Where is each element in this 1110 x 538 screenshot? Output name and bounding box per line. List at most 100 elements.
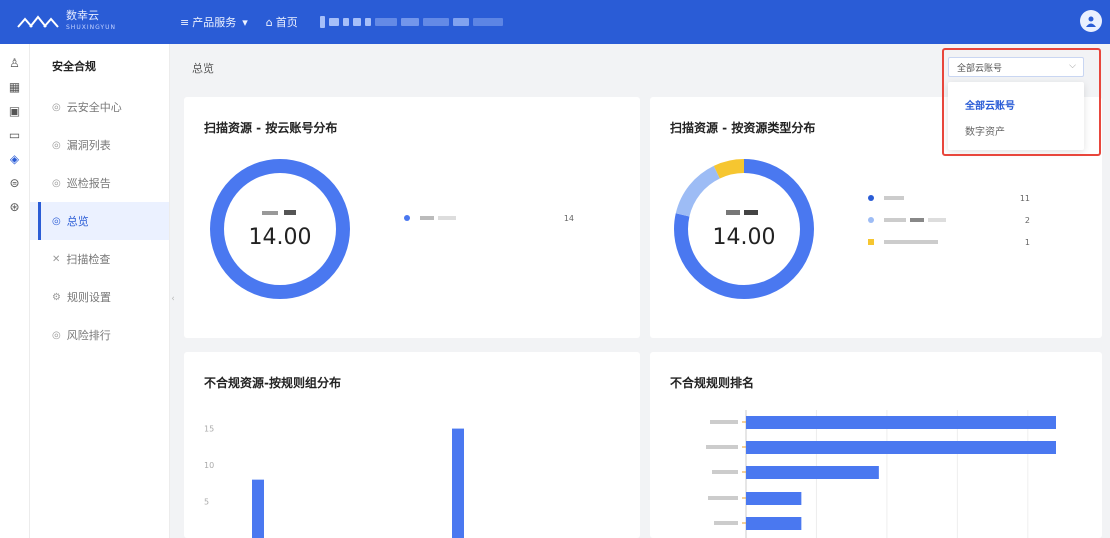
dropdown-option-all-accounts[interactable]: 全部云账号: [948, 91, 1084, 117]
category-label-redacted: [706, 445, 738, 449]
brand-name: 数幸云: [66, 9, 99, 22]
legend-item[interactable]: 14: [404, 207, 574, 229]
sidebar-collapse-handle[interactable]: ‹: [168, 290, 178, 308]
card-noncompliant-rule-ranking: 不合规规则排名: [650, 352, 1102, 538]
sidebar-item-label: 漏洞列表: [66, 139, 111, 152]
sidebar-item-inspection-report[interactable]: ◎ 巡检报告: [30, 164, 169, 202]
legend-dot: [868, 217, 874, 223]
sidebar-item-rule-settings[interactable]: ⚙ 规则设置: [30, 278, 169, 316]
shield-icon: ◎: [52, 329, 61, 341]
legend-name: [884, 194, 1000, 203]
menu-icon: ≡: [180, 15, 190, 29]
chevron-down-icon: ⌵: [1069, 61, 1076, 71]
sidebar-item-label: 总览: [66, 215, 89, 228]
y-tick-label: 10: [204, 461, 214, 470]
home-icon: ⌂: [265, 15, 273, 29]
brand-subtitle: SHUXINGYUN: [66, 24, 116, 31]
donut-center-label: [726, 209, 762, 221]
sidebar-item-risk-ranking[interactable]: ◎ 风险排行: [30, 316, 169, 354]
top-navigation-bar: 数幸云 SHUXINGYUN ≡ 产品服务 ▾ ⌂ 首页: [0, 0, 1110, 44]
overview-icon: ◎: [52, 215, 61, 227]
account-dropdown-menu: 全部云账号 数字资产: [948, 82, 1084, 150]
logo-mark-icon: [17, 15, 59, 28]
layers-icon[interactable]: ⊛: [0, 196, 29, 218]
sidebar-item-label: 巡检报告: [66, 177, 111, 190]
brand-logo[interactable]: 数幸云 SHUXINGYUN: [16, 10, 146, 34]
bar[interactable]: [452, 428, 464, 538]
donut-chart-type: 14.00: [670, 155, 818, 303]
document-icon[interactable]: ▣: [0, 100, 29, 122]
legend-item[interactable]: 11: [868, 187, 1030, 209]
bar[interactable]: [746, 492, 802, 505]
sidebar-item-label: 规则设置: [66, 291, 111, 304]
legend-value: 2: [1024, 215, 1030, 225]
settings-icon: ⚙: [52, 291, 61, 303]
user-avatar[interactable]: [1080, 10, 1102, 32]
home-label: 首页: [275, 16, 298, 29]
legend-type: 11 2 1: [868, 187, 1030, 253]
grid-icon[interactable]: ▦: [0, 76, 29, 98]
users-icon[interactable]: ♙: [0, 52, 29, 74]
donut-center-value: 14.00: [712, 224, 776, 250]
legend-item[interactable]: 2: [868, 209, 1030, 231]
sidebar-item-vulnerability-list[interactable]: ◎ 漏洞列表: [30, 126, 169, 164]
breadcrumb: 总览: [192, 62, 214, 75]
card-title: 扫描资源 - 按云账号分布: [204, 121, 338, 135]
shield-icon[interactable]: ◈: [0, 148, 29, 170]
product-services-menu[interactable]: ≡ 产品服务 ▾: [180, 14, 248, 30]
sidebar-item-label: 扫描检查: [66, 253, 111, 266]
legend-dot: [404, 215, 410, 221]
bar[interactable]: [746, 517, 802, 530]
account-select[interactable]: 全部云账号 ⌵: [948, 57, 1084, 77]
shield-icon: ◎: [52, 177, 61, 189]
sidebar-item-scan-check[interactable]: ✕ 扫描检查: [30, 240, 169, 278]
monitor-icon[interactable]: ▭: [0, 124, 29, 146]
card-title: 扫描资源 - 按资源类型分布: [670, 121, 816, 135]
dropdown-option-digital-assets[interactable]: 数字资产: [948, 117, 1084, 143]
y-tick-label: 5: [204, 498, 209, 507]
y-tick-label: 15: [204, 425, 214, 434]
sidebar-item-overview[interactable]: ◎ 总览: [30, 202, 169, 240]
chevron-down-icon: ▾: [242, 15, 248, 29]
card-scan-by-account: 扫描资源 - 按云账号分布 14.00 14: [184, 97, 640, 338]
database-icon[interactable]: ⊜: [0, 172, 29, 194]
legend-account: 14: [404, 207, 574, 229]
legend-value: 1: [1024, 237, 1030, 247]
shield-icon: ◎: [52, 101, 61, 113]
icon-rail: ♙ ▦ ▣ ▭ ◈ ⊜ ⊛: [0, 44, 30, 538]
legend-name: [884, 216, 1000, 225]
category-label-redacted: [714, 521, 738, 525]
bar-chart-rule-ranking: [706, 410, 1056, 538]
sidebar-title: 安全合规: [52, 60, 96, 73]
donut-chart-account: 14.00: [206, 155, 354, 303]
sidebar-item-label: 风险排行: [66, 329, 111, 342]
product-services-label: 产品服务: [192, 16, 237, 29]
scan-icon: ✕: [52, 253, 61, 265]
legend-dot: [868, 195, 874, 201]
legend-item[interactable]: 1: [868, 231, 1030, 253]
bar[interactable]: [746, 441, 1056, 454]
legend-value: 14: [563, 213, 574, 223]
bar[interactable]: [746, 466, 879, 479]
legend-name: [420, 214, 544, 223]
card-noncompliant-by-rule-group: 不合规资源-按规则组分布 15 10 5: [184, 352, 640, 538]
bar[interactable]: [746, 416, 1056, 429]
shield-icon: ◎: [52, 139, 61, 151]
sidebar-item-cloud-security-center[interactable]: ◎ 云安全中心: [30, 88, 169, 126]
legend-dot: [868, 239, 874, 245]
donut-center-label: [262, 209, 298, 221]
category-label-redacted: [708, 496, 738, 500]
sidebar-item-label: 云安全中心: [66, 101, 122, 114]
account-select-value: 全部云账号: [957, 63, 1003, 74]
category-label-redacted: [712, 470, 738, 474]
legend-name: [884, 238, 1000, 247]
sidebar: 安全合规 ◎ 云安全中心 ◎ 漏洞列表 ◎ 巡检报告 ◎ 总览 ✕ 扫描检查 ⚙…: [30, 44, 170, 538]
user-icon: [1086, 16, 1096, 27]
category-label-redacted: [710, 420, 738, 424]
bar[interactable]: [252, 479, 264, 538]
redacted-breadcrumb: [319, 16, 503, 28]
legend-value: 11: [1019, 193, 1030, 203]
home-link[interactable]: ⌂ 首页: [266, 14, 298, 30]
bar-chart-rule-group: 15 10 5: [204, 425, 464, 538]
donut-center-value: 14.00: [248, 224, 312, 250]
